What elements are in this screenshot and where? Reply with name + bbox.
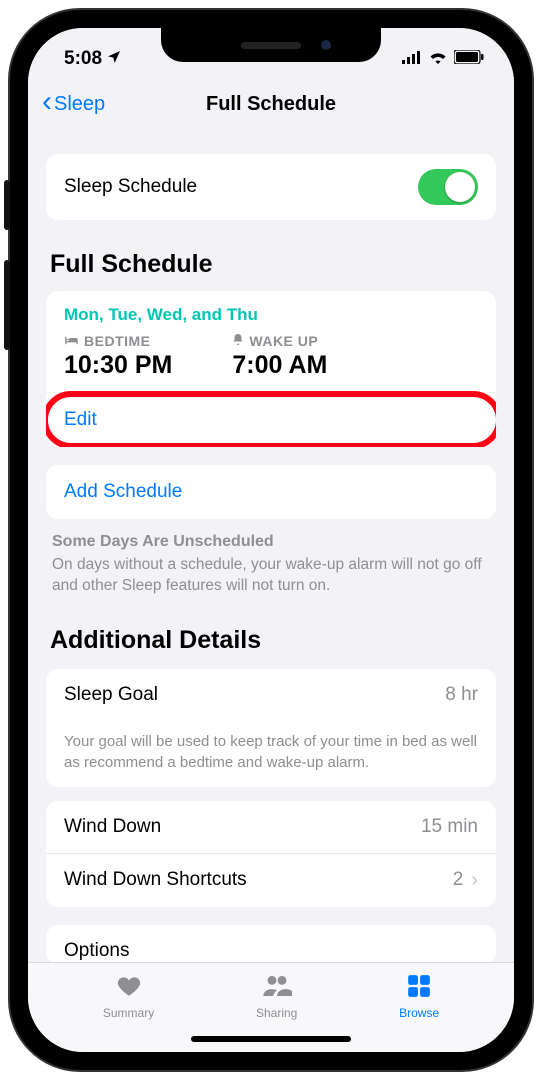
- bed-icon: [64, 334, 79, 349]
- heart-icon: [114, 973, 144, 1002]
- chevron-left-icon: ‹: [42, 87, 52, 117]
- bell-icon: [232, 333, 244, 349]
- options-card: Options: [46, 925, 496, 962]
- tab-browse-label: Browse: [399, 1006, 439, 1020]
- additional-details-header: Additional Details: [50, 626, 492, 655]
- options-label: Options: [64, 940, 129, 962]
- wifi-icon: [428, 48, 448, 70]
- bedtime-value: 10:30 PM: [64, 351, 172, 380]
- wakeup-block: WAKE UP 7:00 AM: [232, 333, 327, 380]
- bedtime-block: BEDTIME 10:30 PM: [64, 333, 172, 380]
- edit-schedule-button[interactable]: Edit: [46, 392, 496, 447]
- options-row[interactable]: Options: [46, 925, 496, 962]
- back-label: Sleep: [54, 93, 105, 116]
- tab-sharing-label: Sharing: [256, 1006, 297, 1020]
- add-schedule-button[interactable]: Add Schedule: [46, 465, 496, 519]
- screen: 5:08 ‹ Sleep: [28, 28, 514, 1052]
- wakeup-label: WAKE UP: [249, 333, 318, 349]
- people-icon: [262, 973, 292, 1002]
- chevron-right-icon: ›: [471, 869, 478, 892]
- full-schedule-header: Full Schedule: [50, 250, 492, 279]
- sleep-goal-value: 8 hr: [445, 684, 478, 706]
- tab-browse[interactable]: Browse: [399, 973, 439, 1052]
- wind-down-shortcuts-label: Wind Down Shortcuts: [64, 869, 247, 891]
- location-icon: [106, 49, 122, 70]
- unscheduled-body: On days without a schedule, your wake-up…: [52, 556, 482, 594]
- tab-summary-label: Summary: [103, 1006, 154, 1020]
- battery-icon: [454, 48, 484, 70]
- wakeup-value: 7:00 AM: [232, 351, 327, 380]
- status-time: 5:08: [64, 48, 102, 70]
- content-scroll[interactable]: Sleep Schedule Full Schedule Mon, Tue, W…: [28, 132, 514, 962]
- sleep-goal-card: Sleep Goal 8 hr Your goal will be used t…: [46, 669, 496, 787]
- home-indicator[interactable]: [191, 1036, 351, 1042]
- cellular-icon: [402, 48, 422, 70]
- schedule-days: Mon, Tue, Wed, and Thu: [64, 305, 478, 325]
- add-schedule-label: Add Schedule: [64, 481, 182, 502]
- sleep-goal-footer: Your goal will be used to keep track of …: [46, 721, 496, 787]
- wind-down-value: 15 min: [421, 816, 478, 838]
- schedule-card: Mon, Tue, Wed, and Thu BEDTIME 10:30 PM: [46, 291, 496, 447]
- wind-down-row[interactable]: Wind Down 15 min: [46, 801, 496, 853]
- add-schedule-card: Add Schedule: [46, 465, 496, 519]
- edit-label: Edit: [64, 409, 97, 430]
- wind-down-shortcuts-value: 2: [453, 869, 464, 891]
- unscheduled-note: Some Days Are Unscheduled On days withou…: [46, 519, 496, 596]
- grid-icon: [404, 973, 434, 1002]
- sleep-goal-row[interactable]: Sleep Goal 8 hr: [46, 669, 496, 721]
- tab-summary[interactable]: Summary: [103, 973, 154, 1052]
- toggle-knob: [445, 172, 475, 202]
- nav-bar: ‹ Sleep Full Schedule: [28, 76, 514, 132]
- sleep-schedule-card: Sleep Schedule: [46, 154, 496, 220]
- iphone-frame: 5:08 ‹ Sleep: [10, 10, 532, 1070]
- back-button[interactable]: ‹ Sleep: [38, 85, 109, 123]
- schedule-details: Mon, Tue, Wed, and Thu BEDTIME 10:30 PM: [46, 291, 496, 392]
- sleep-goal-label: Sleep Goal: [64, 684, 158, 706]
- bedtime-label: BEDTIME: [84, 333, 151, 349]
- sleep-schedule-row: Sleep Schedule: [46, 154, 496, 220]
- unscheduled-title: Some Days Are Unscheduled: [52, 531, 490, 553]
- wind-down-card: Wind Down 15 min Wind Down Shortcuts 2 ›: [46, 801, 496, 907]
- sleep-schedule-label: Sleep Schedule: [64, 176, 197, 198]
- notch: [161, 28, 381, 62]
- wind-down-label: Wind Down: [64, 816, 161, 838]
- sleep-schedule-toggle[interactable]: [418, 169, 478, 205]
- wind-down-shortcuts-row[interactable]: Wind Down Shortcuts 2 ›: [46, 853, 496, 907]
